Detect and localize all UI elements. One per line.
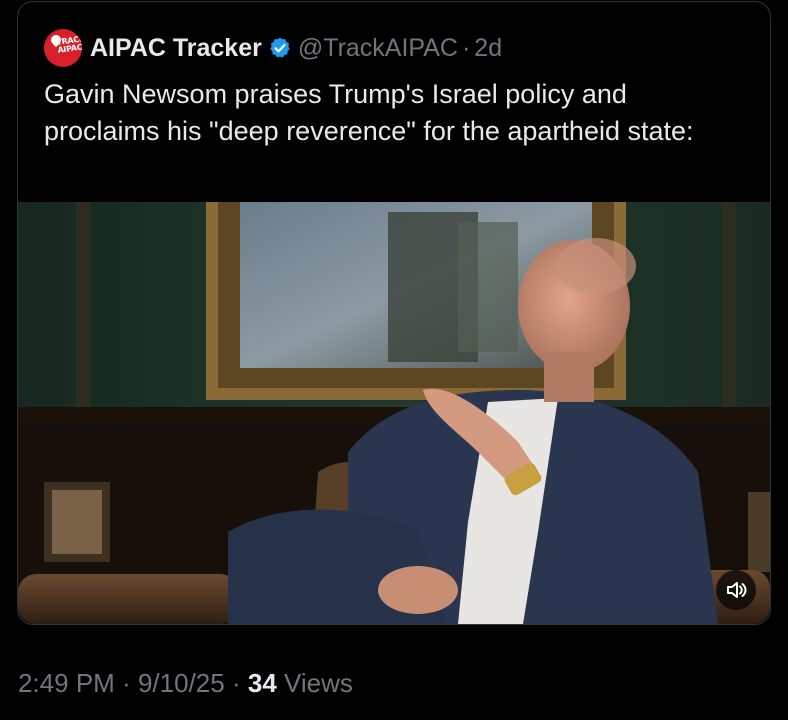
separator-dot: ·: [461, 33, 471, 62]
time-ago[interactable]: 2d: [474, 34, 502, 63]
tweet-metadata: 2:49 PM · 9/10/25 · 34 Views: [18, 668, 353, 699]
separator-dot: ·: [122, 668, 131, 698]
handle[interactable]: @TrackAIPAC: [298, 34, 458, 63]
display-name[interactable]: AIPAC Tracker: [90, 34, 262, 63]
tweet-text: Gavin Newsom praises Trump's Israel poli…: [44, 79, 694, 146]
views-count[interactable]: 34: [248, 668, 277, 698]
views-label: Views: [284, 668, 353, 698]
quoted-tweet-card[interactable]: TRACK AIPAC AIPAC Tracker @TrackAIPAC · …: [17, 1, 771, 625]
volume-icon: [727, 582, 747, 598]
verified-badge-icon: [270, 37, 290, 58]
video-frame: [18, 202, 770, 624]
quote-header: TRACK AIPAC AIPAC Tracker @TrackAIPAC · …: [44, 28, 502, 68]
post-date[interactable]: 9/10/25: [138, 668, 225, 698]
post-time[interactable]: 2:49 PM: [18, 668, 115, 698]
volume-button[interactable]: [716, 570, 756, 610]
video-player[interactable]: [18, 202, 770, 624]
separator-dot: ·: [231, 668, 241, 698]
avatar[interactable]: TRACK AIPAC: [44, 29, 82, 67]
avatar-logo-text: TRACK AIPAC: [55, 34, 82, 55]
